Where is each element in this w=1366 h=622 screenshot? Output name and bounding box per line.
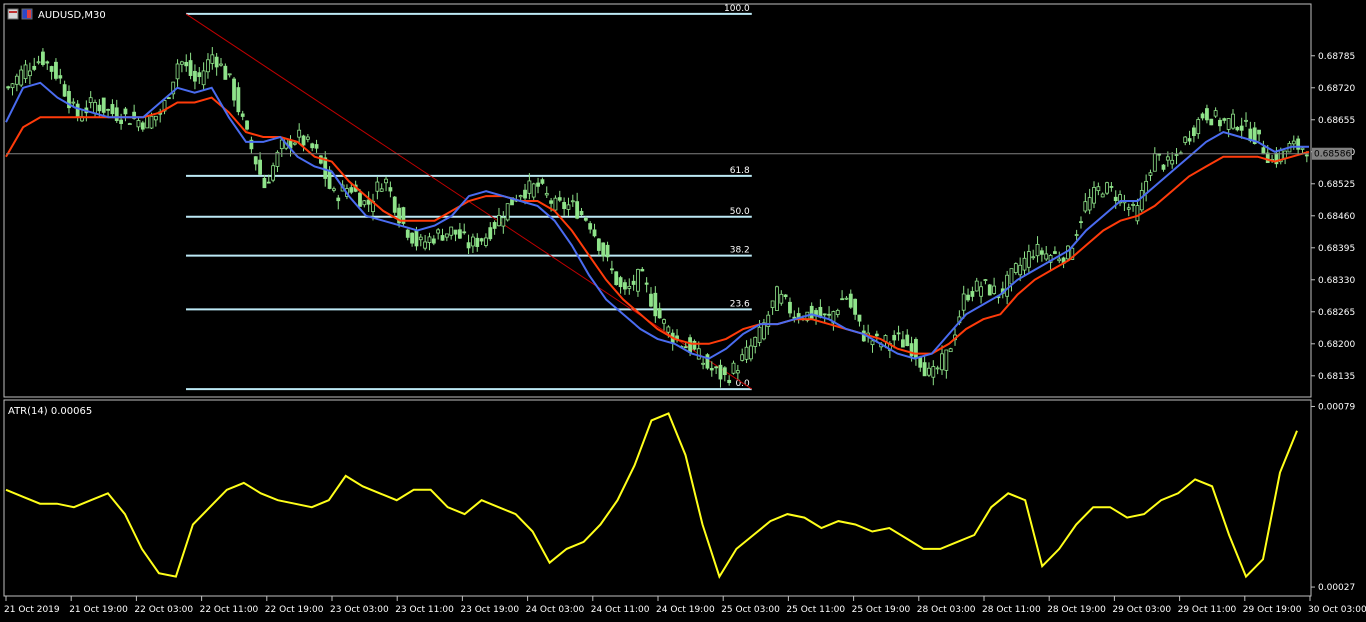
candle [614,271,619,286]
candle [987,283,992,296]
fibo-label-2: 50.0 [730,207,750,217]
candle [1013,262,1018,275]
chart-title: AUDUSD,M30 [38,10,106,21]
atr-title: ATR(14) 0.00065 [8,406,92,417]
candle [505,203,510,222]
time-tick-label-12: 25 Oct 11:00 [786,605,845,615]
time-tick-label-0: 21 Oct 2019 [4,605,60,615]
time-tick-label-11: 25 Oct 03:00 [721,605,780,615]
time-tick-label-7: 23 Oct 19:00 [460,605,519,615]
candle [692,339,697,351]
time-tick-label-19: 29 Oct 19:00 [1243,605,1302,615]
time-tick-label-14: 28 Oct 03:00 [917,605,976,615]
chart-background [0,0,1366,622]
time-tick-label-9: 24 Oct 11:00 [591,605,650,615]
price-tick-label-2: 0.68655 [1318,116,1355,126]
price-tick-label-10: 0.68135 [1318,372,1355,382]
time-tick-label-20: 30 Oct 03:00 [1308,605,1366,615]
time-tick-label-15: 28 Oct 11:00 [982,605,1041,615]
price-tick-label-0: 0.68785 [1318,52,1355,62]
time-tick-label-3: 22 Oct 11:00 [200,605,259,615]
time-tick-label-16: 28 Oct 19:00 [1047,605,1106,615]
candle [401,206,406,227]
candle [1209,118,1214,126]
fibo-label-1: 61.8 [730,166,750,176]
candle [948,347,953,353]
candle [1066,245,1070,261]
time-tick-label-4: 22 Oct 19:00 [265,605,324,615]
candle [223,63,228,80]
candle [392,195,397,216]
candle [1105,181,1109,195]
fibo-label-3: 38.2 [730,246,750,256]
time-tick-label-10: 24 Oct 19:00 [656,605,715,615]
time-tick-label-6: 23 Oct 11:00 [395,605,454,615]
candle [805,311,810,323]
price-tick-label-6: 0.68395 [1318,244,1355,254]
candle [775,285,779,311]
price-tick-label-5: 0.68460 [1318,212,1355,222]
price-tick-label-8: 0.68265 [1318,308,1355,318]
current-price-label: 0.68586 [1314,150,1351,160]
price-tick-label-9: 0.68200 [1318,340,1355,350]
chart-canvas: AUDUSD,M30 ATR(14) 0.00065 0.68785 0.6872… [0,0,1366,622]
time-tick-label-2: 22 Oct 03:00 [134,605,193,615]
time-tick-label-18: 29 Oct 11:00 [1178,605,1237,615]
candle [236,82,241,116]
price-tick-label-4: 0.68525 [1318,180,1355,190]
candle [531,182,536,200]
fibo-label-4: 23.6 [730,299,750,309]
atr-tick-label-1: 0.00027 [1318,583,1355,593]
price-tick-label-7: 0.68330 [1318,276,1355,286]
time-tick-label-1: 21 Oct 19:00 [69,605,128,615]
atr-tick-label-0: 0.00079 [1318,402,1355,412]
candle [271,162,276,183]
time-tick-label-13: 25 Oct 19:00 [852,605,911,615]
fibo-label-0: 100.0 [724,4,750,14]
time-tick-label-17: 29 Oct 03:00 [1112,605,1171,615]
candle [705,353,710,370]
time-tick-label-5: 23 Oct 03:00 [330,605,389,615]
price-tick-label-1: 0.68720 [1318,84,1355,94]
candle [245,120,249,131]
fibo-label-5: 0.0 [735,379,750,389]
time-tick-label-8: 24 Oct 03:00 [526,605,585,615]
